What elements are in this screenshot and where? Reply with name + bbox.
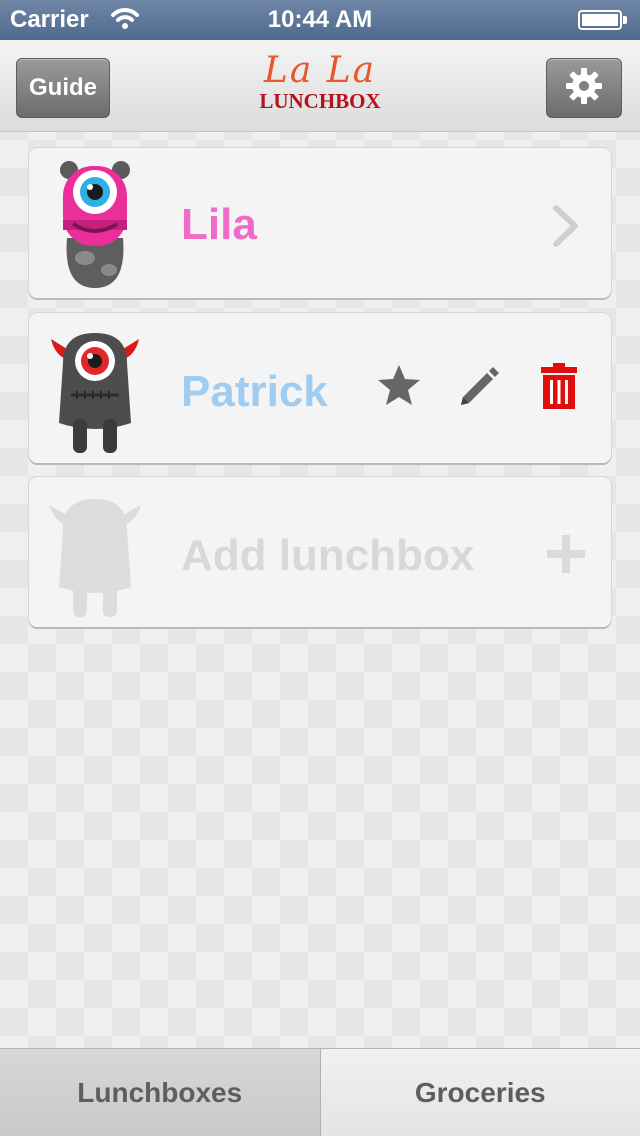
logo-script: La La — [263, 50, 377, 91]
tab-groceries[interactable]: Groceries — [320, 1049, 640, 1136]
plus-icon[interactable] — [547, 535, 585, 578]
logo-subtitle: LUNCHBOX — [259, 89, 381, 113]
lunchbox-name: Patrick — [181, 367, 328, 416]
star-icon[interactable] — [377, 363, 421, 412]
monster-silhouette-icon — [45, 487, 145, 619]
add-lunchbox-label: Add lunchbox — [181, 531, 475, 580]
battery-icon — [578, 10, 627, 30]
status-bar: Carrier 10:44 AM — [0, 0, 640, 40]
tab-lunchboxes[interactable]: Lunchboxes — [0, 1049, 321, 1136]
status-time: 10:44 AM — [267, 6, 373, 33]
lunchbox-name: Lila — [181, 200, 257, 249]
tab-bar: Lunchboxes Groceries — [0, 1048, 640, 1136]
chevron-right-icon[interactable] — [551, 204, 581, 253]
gray-horned-monster-avatar — [45, 323, 145, 455]
trash-icon[interactable] — [541, 363, 577, 414]
app-logo: La La LUNCHBOX — [250, 52, 390, 122]
lunchbox-card-patrick[interactable]: Patrick — [29, 313, 611, 463]
nav-bar: Guide La La LUNCHBOX — [0, 40, 640, 132]
pencil-icon[interactable] — [459, 365, 499, 410]
lunchbox-card-lila[interactable]: Lila — [29, 148, 611, 298]
gear-icon — [565, 67, 603, 110]
guide-button[interactable]: Guide — [16, 58, 110, 118]
add-lunchbox-card[interactable]: Add lunchbox — [29, 477, 611, 627]
settings-button[interactable] — [546, 58, 622, 118]
pink-monster-avatar — [45, 158, 145, 290]
